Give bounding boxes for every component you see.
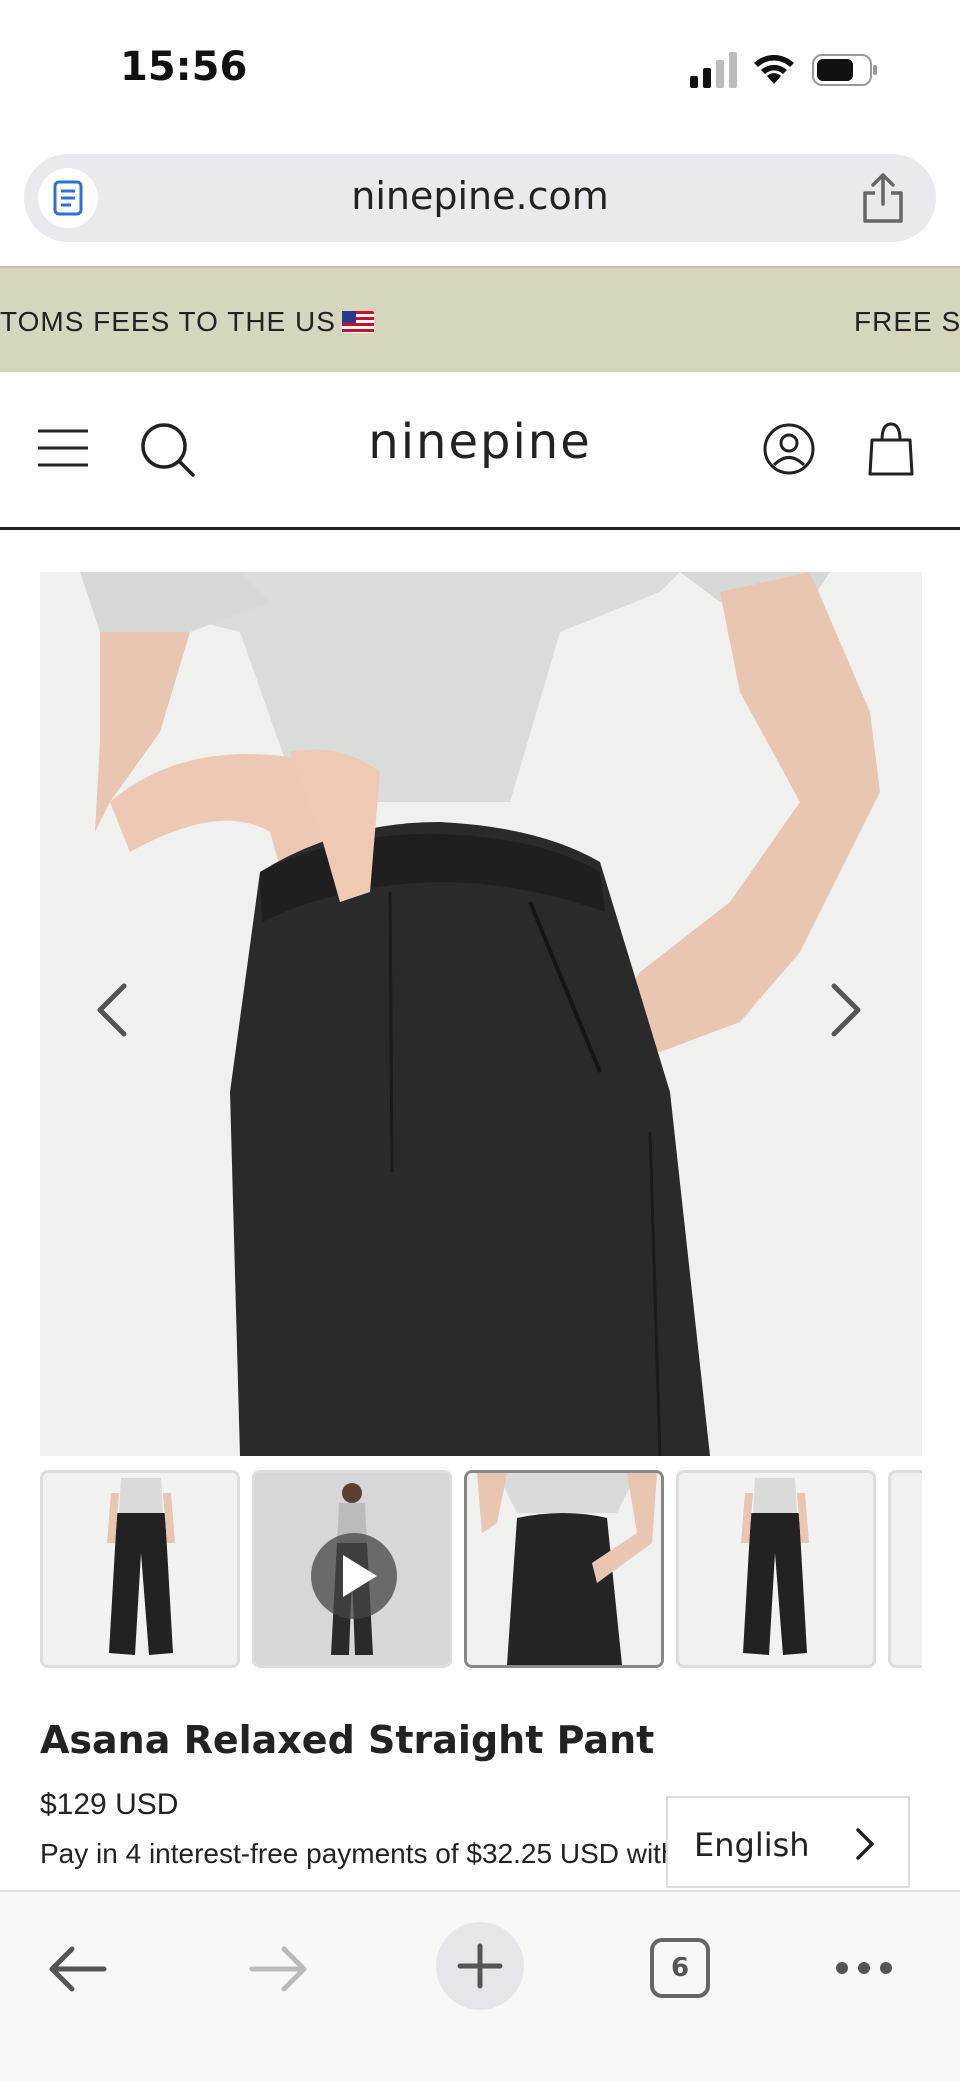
new-tab-icon <box>457 1943 503 1989</box>
tabs-icon[interactable]: 6 <box>650 1938 710 1998</box>
product-price: $129 USD <box>40 1788 179 1821</box>
us-flag-icon <box>341 311 374 333</box>
cart-icon[interactable] <box>866 420 916 476</box>
wifi-icon <box>754 55 794 84</box>
status-time: 15:56 <box>120 44 248 90</box>
thumbnail-3-active[interactable] <box>464 1470 664 1668</box>
language-selector[interactable]: English <box>666 1796 910 1888</box>
previous-image-arrow-icon[interactable] <box>92 980 132 1040</box>
thumbnail-video[interactable] <box>252 1470 452 1668</box>
address-bar[interactable]: ninepine.com <box>24 154 936 242</box>
play-icon[interactable] <box>311 1533 397 1619</box>
signal-icon <box>690 52 737 88</box>
installments-text: Pay in 4 interest-free payments of $32.2… <box>40 1838 677 1869</box>
product-title: Asana Relaxed Straight Pant <box>40 1718 655 1762</box>
browser-toolbar: 6 <box>0 1890 960 2081</box>
account-icon[interactable] <box>762 422 816 476</box>
announcement-left: TOMS FEES TO THE US <box>0 306 336 337</box>
thumbnail-4[interactable] <box>676 1470 876 1668</box>
more-icon[interactable] <box>834 1958 894 1978</box>
new-tab-button[interactable] <box>436 1922 524 2010</box>
announcement-bar: TOMS FEES TO THE US FREE SI <box>0 266 960 372</box>
next-image-arrow-icon[interactable] <box>826 980 866 1040</box>
search-icon[interactable] <box>140 422 196 478</box>
back-icon[interactable] <box>46 1944 108 1994</box>
product-photo <box>40 572 922 1456</box>
language-label: English <box>694 1826 810 1864</box>
product-main-image[interactable] <box>40 572 922 1456</box>
site-header: ninepine <box>0 372 960 530</box>
forward-icon[interactable] <box>248 1944 310 1994</box>
announcement-text: TOMS FEES TO THE US <box>0 306 374 338</box>
menu-icon[interactable] <box>38 428 88 468</box>
thumbnail-strip <box>40 1470 922 1670</box>
announcement-text-next: FREE SI <box>854 306 960 337</box>
thumbnail-1[interactable] <box>40 1470 240 1668</box>
url-text[interactable]: ninepine.com <box>24 174 936 218</box>
status-bar: 15:56 <box>0 0 960 140</box>
battery-icon <box>812 54 877 86</box>
chevron-right-icon <box>856 1828 874 1860</box>
share-icon[interactable] <box>860 172 906 224</box>
thumbnail-5[interactable] <box>888 1470 922 1668</box>
